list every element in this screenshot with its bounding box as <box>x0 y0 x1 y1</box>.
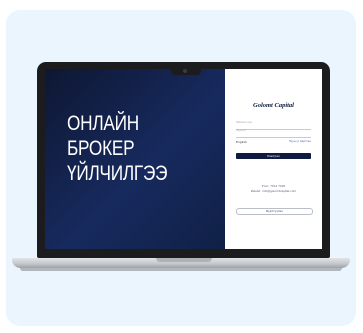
password-label: Нууц үг <box>236 129 247 132</box>
login-button[interactable]: Нэвтрэх <box>236 153 311 159</box>
laptop-base-notch <box>156 258 212 262</box>
camera-icon <box>183 69 187 73</box>
hero-line-1: ОНЛАЙН <box>67 112 139 135</box>
register-button[interactable]: Бүртгүүлэх <box>236 208 313 215</box>
hero-line-3: ҮЙЛЧИЛГЭЭ <box>67 162 168 185</box>
login-panel: Golomt Capital Нэвтрэх нэр Нууц үг Engli… <box>225 69 322 249</box>
laptop-foot <box>20 268 342 271</box>
forgot-password-link[interactable]: Нууц үг мартсан <box>289 140 311 143</box>
hero-line-2: БРОКЕР <box>67 137 135 160</box>
hero-panel: ОНЛАЙН БРОКЕР ҮЙЛЧИЛГЭЭ <box>45 69 225 249</box>
language-select[interactable]: English <box>236 140 247 144</box>
brand-logo: Golomt Capital <box>253 102 294 109</box>
username-label: Нэвтрэх нэр <box>236 121 253 124</box>
password-field[interactable]: Нууц үг <box>236 129 311 138</box>
laptop-screen: ОНЛАЙН БРОКЕР ҮЙЛЧИЛГЭЭ Golomt Capital Н… <box>45 69 322 249</box>
hero-headline: ОНЛАЙН БРОКЕР ҮЙЛЧИЛГЭЭ <box>67 111 190 186</box>
camera-notch <box>171 69 201 75</box>
contact-phone: Утас: 7012 7020 <box>261 184 286 188</box>
contact-email: Имэйл: info@golomtcapital.com <box>250 189 297 193</box>
